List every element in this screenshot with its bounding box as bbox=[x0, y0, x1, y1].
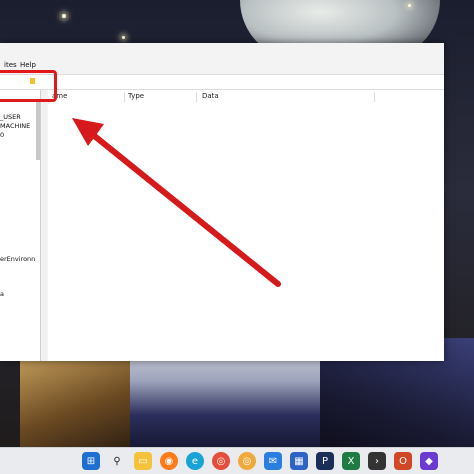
terminal-icon[interactable]: › bbox=[368, 452, 386, 470]
taskbar: ⊞ ⚲ ▭ ◉ e ◎ ◎ ✉ ▦ P X › O ◆ bbox=[0, 447, 474, 474]
store-icon[interactable]: ▦ bbox=[290, 452, 308, 470]
chrome-icon[interactable]: ◎ bbox=[212, 452, 230, 470]
photoshop-icon[interactable]: P bbox=[316, 452, 334, 470]
file-explorer-icon[interactable]: ▭ bbox=[134, 452, 152, 470]
edge-icon[interactable]: e bbox=[186, 452, 204, 470]
chrome-canary-icon[interactable]: ◎ bbox=[238, 452, 256, 470]
annotation-arrow bbox=[72, 118, 281, 287]
windows-start-icon[interactable]: ⊞ bbox=[82, 452, 100, 470]
mail-icon[interactable]: ✉ bbox=[264, 452, 282, 470]
office-icon[interactable]: O bbox=[394, 452, 412, 470]
search-icon[interactable]: ⚲ bbox=[108, 452, 126, 470]
app-icon[interactable]: ◆ bbox=[420, 452, 438, 470]
firefox-icon[interactable]: ◉ bbox=[160, 452, 178, 470]
excel-icon[interactable]: X bbox=[342, 452, 360, 470]
